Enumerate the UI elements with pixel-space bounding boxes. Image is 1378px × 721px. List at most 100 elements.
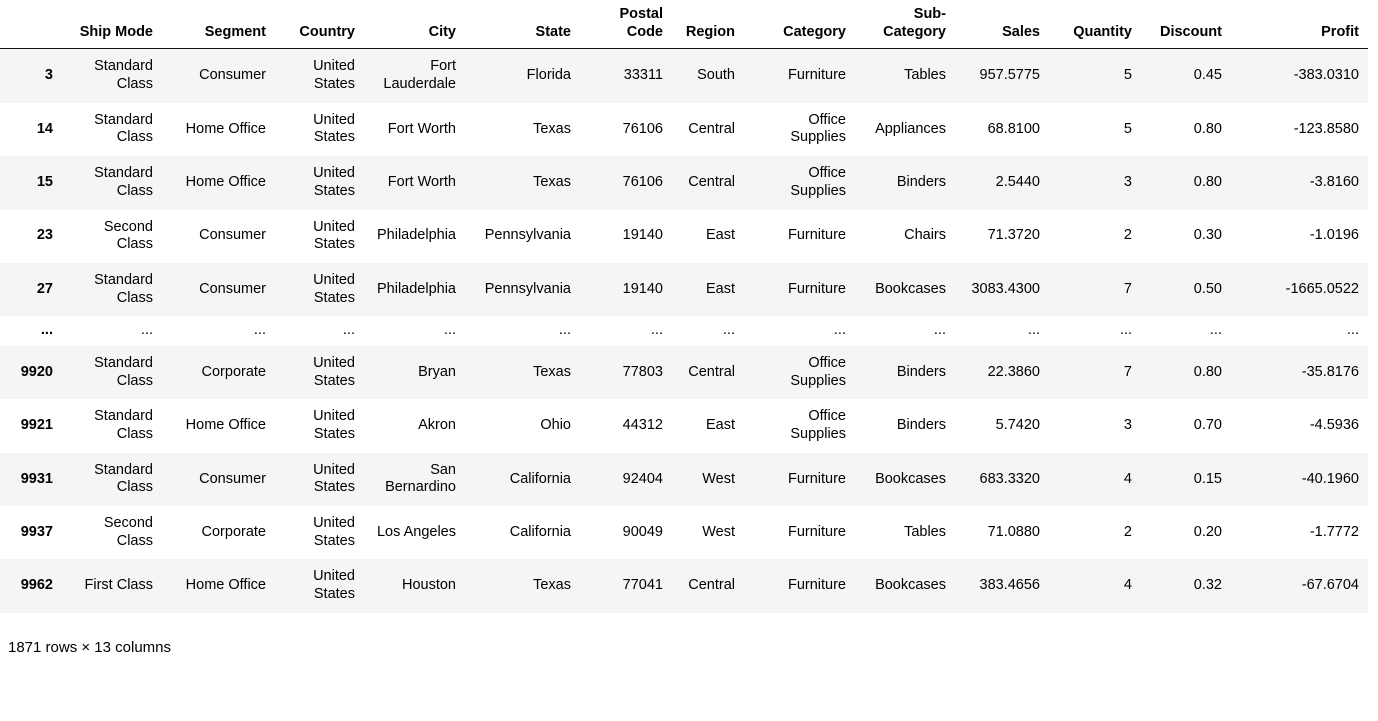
table-row: 9920 Standard Class Corporate United States… [0, 345, 1368, 400]
table-cell: -1.7772 [1231, 506, 1368, 560]
table-cell: United States [275, 506, 364, 560]
table-cell: Office Supplies [744, 399, 855, 453]
column-header: Region [672, 0, 744, 50]
table-cell: Texas [465, 102, 580, 157]
table-cell: ... [672, 316, 744, 346]
table-cell: Central [672, 156, 744, 210]
table-cell: -383.0310 [1231, 48, 1368, 103]
table-cell: Home Office [162, 102, 275, 157]
row-index-cell: 15 [0, 156, 62, 210]
table-cell: 957.5775 [955, 48, 1049, 103]
table-cell: Standard Class [62, 399, 162, 453]
table-cell: Philadelphia [364, 209, 465, 263]
table-cell: 4 [1049, 452, 1141, 507]
table-cell: Corporate [162, 506, 275, 560]
table-cell: Los Angeles [364, 506, 465, 560]
table-cell: East [672, 262, 744, 317]
table-cell: 5.7420 [955, 399, 1049, 453]
table-cell: -4.5936 [1231, 399, 1368, 453]
table-cell: 3083.4300 [955, 262, 1049, 317]
table-cell: Pennsylvania [465, 209, 580, 263]
table-cell: Binders [855, 345, 955, 400]
table-cell: Bookcases [855, 262, 955, 317]
table-cell: Corporate [162, 345, 275, 400]
column-header: State [465, 0, 580, 50]
table-cell: 0.30 [1141, 209, 1231, 263]
header-row: Ship Mode Segment Country City State Postal C… [0, 0, 1368, 50]
table-cell: Standard Class [62, 102, 162, 157]
table-cell: Furniture [744, 506, 855, 560]
table-cell: United States [275, 559, 364, 613]
table-cell: Texas [465, 559, 580, 613]
table-cell: ... [162, 316, 275, 346]
table-cell: 2 [1049, 506, 1141, 560]
table-cell: Central [672, 345, 744, 400]
table-cell: 19140 [580, 262, 672, 317]
column-header: Quantity [1049, 0, 1141, 50]
table-cell: Tables [855, 48, 955, 103]
table-cell: ... [744, 316, 855, 346]
dataframe-container: Ship Mode Segment Country City State Postal C… [0, 0, 1378, 657]
table-row: 3 Standard Class Consumer United States Fort… [0, 48, 1368, 103]
table-cell: 7 [1049, 262, 1141, 317]
table-cell: Standard Class [62, 156, 162, 210]
table-row: 27 Standard Class Consumer United States Phi… [0, 262, 1368, 317]
table-cell: 4 [1049, 559, 1141, 613]
table-cell: Fort Worth [364, 156, 465, 210]
table-cell: 33311 [580, 48, 672, 103]
row-index-cell: ... [0, 316, 62, 346]
table-cell: 90049 [580, 506, 672, 560]
table-cell: Consumer [162, 262, 275, 317]
table-cell: 77041 [580, 559, 672, 613]
table-cell: Binders [855, 399, 955, 453]
table-cell: ... [955, 316, 1049, 346]
table-cell: California [465, 452, 580, 507]
table-cell: 3 [1049, 399, 1141, 453]
table-cell: -35.8176 [1231, 345, 1368, 400]
table-cell: 7 [1049, 345, 1141, 400]
row-index-cell: 9921 [0, 399, 62, 453]
row-index-cell: 27 [0, 262, 62, 317]
table-cell: 0.15 [1141, 452, 1231, 507]
table-cell: 0.32 [1141, 559, 1231, 613]
table-cell: United States [275, 48, 364, 103]
table-cell: 0.80 [1141, 345, 1231, 400]
table-cell: West [672, 506, 744, 560]
table-cell: Office Supplies [744, 102, 855, 157]
table-header: Ship Mode Segment Country City State Postal C… [0, 0, 1368, 50]
table-cell: Furniture [744, 48, 855, 103]
table-cell: 2 [1049, 209, 1141, 263]
table-cell: 76106 [580, 156, 672, 210]
table-cell: Bookcases [855, 559, 955, 613]
table-cell: -1.0196 [1231, 209, 1368, 263]
table-cell: Fort Worth [364, 102, 465, 157]
table-cell: South [672, 48, 744, 103]
table-cell: Standard Class [62, 48, 162, 103]
row-index-cell: 14 [0, 102, 62, 157]
table-cell: Standard Class [62, 452, 162, 507]
table-cell: Texas [465, 345, 580, 400]
table-cell: ... [1141, 316, 1231, 346]
table-cell: 3 [1049, 156, 1141, 210]
column-header: Postal Code [580, 0, 672, 50]
table-cell: ... [62, 316, 162, 346]
table-cell: 0.70 [1141, 399, 1231, 453]
table-row-ellipsis: ........................................… [0, 316, 1368, 346]
table-cell: 68.8100 [955, 102, 1049, 157]
table-row: 14 Standard Class Home Office United States… [0, 102, 1368, 157]
table-cell: ... [855, 316, 955, 346]
table-cell: ... [1231, 316, 1368, 346]
table-cell: Houston [364, 559, 465, 613]
column-header-index [0, 0, 62, 50]
column-header: Discount [1141, 0, 1231, 50]
dataframe-table: Ship Mode Segment Country City State Postal C… [0, 0, 1368, 613]
table-row: 9931 Standard Class Consumer United States S… [0, 452, 1368, 507]
table-cell: 77803 [580, 345, 672, 400]
table-cell: 76106 [580, 102, 672, 157]
table-cell: Florida [465, 48, 580, 103]
table-cell: 0.50 [1141, 262, 1231, 317]
table-cell: Consumer [162, 209, 275, 263]
table-cell: Furniture [744, 559, 855, 613]
table-cell: United States [275, 399, 364, 453]
table-cell: Second Class [62, 209, 162, 263]
